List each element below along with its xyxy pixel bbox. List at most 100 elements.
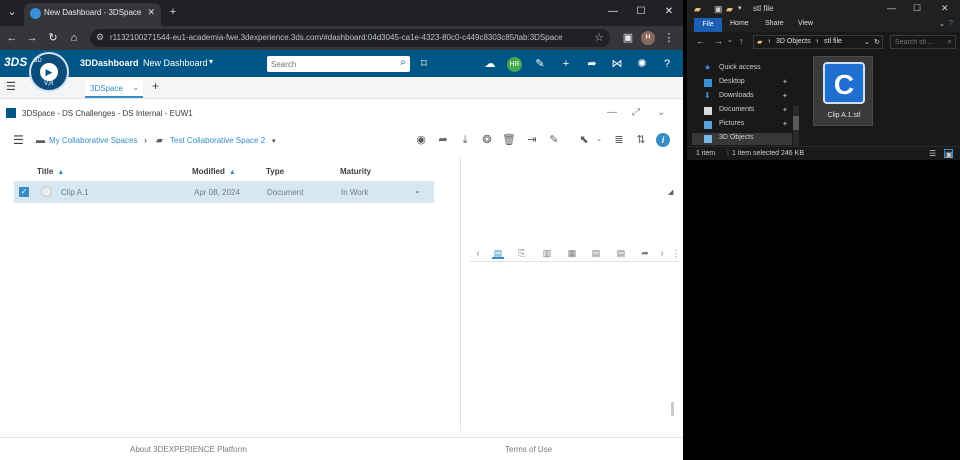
column-maturity[interactable]: Maturity xyxy=(340,167,371,176)
minimize-icon[interactable]: — xyxy=(601,3,625,21)
files-tab-icon[interactable]: ⎘ xyxy=(516,247,528,259)
about-link[interactable]: About 3DEXPERIENCE Platform xyxy=(130,445,247,454)
details-view-icon[interactable]: ☰ xyxy=(929,149,938,158)
pin-icon[interactable]: ✦ xyxy=(782,78,788,86)
communities-icon[interactable]: ✎ xyxy=(533,57,547,71)
panel-scrollbar[interactable] xyxy=(671,402,674,416)
select-mode-icon[interactable]: ⬉ xyxy=(577,133,591,147)
back-icon[interactable]: ← xyxy=(4,30,20,46)
breadcrumb-my-collab-spaces[interactable]: My Collaborative Spaces xyxy=(49,136,137,145)
nav-desktop[interactable]: Desktop ✦ xyxy=(692,77,792,89)
dashboard-menu-chevron-icon[interactable]: ▾ xyxy=(209,57,213,66)
user-avatar[interactable]: HR xyxy=(507,57,522,72)
explorer-close-icon[interactable]: ✕ xyxy=(941,3,949,14)
dashboard-name[interactable]: New Dashboard xyxy=(143,58,208,68)
download-icon[interactable]: ⤓ xyxy=(458,133,472,147)
nav-3d-objects[interactable]: 3D Objects xyxy=(692,133,792,145)
edit-pencil-icon[interactable]: ✎ xyxy=(547,133,561,147)
lifecycle-icon[interactable]: ❂ xyxy=(480,133,494,147)
add-icon[interactable]: + xyxy=(559,57,573,71)
up-icon[interactable]: ↑ xyxy=(739,36,744,46)
preview-eye-icon[interactable]: ◉ xyxy=(414,133,428,147)
tabs-next-icon[interactable]: › xyxy=(656,247,668,259)
widget-minimize-icon[interactable]: — xyxy=(607,107,617,118)
cloud-icon[interactable]: ☁ xyxy=(483,57,497,71)
nav-quick-access[interactable]: ★ Quick access xyxy=(692,63,792,75)
omnibox[interactable]: ⚙ r1132100271544-eu1-academia-fwe.3dexpe… xyxy=(90,29,610,47)
ribbon-tab-view[interactable]: View xyxy=(798,20,813,27)
tab-search-icon[interactable]: ⌄ xyxy=(2,3,22,21)
cell-maturity[interactable]: In Work xyxy=(341,188,368,197)
new-folder-qa-icon[interactable]: ▰ xyxy=(726,4,733,15)
explorer-search-input[interactable] xyxy=(895,38,945,47)
sort-asc-icon[interactable]: ▲ xyxy=(57,169,64,176)
apps-icon[interactable]: ✺ xyxy=(635,57,649,71)
breadcrumb-test-collab-space[interactable]: Test Collaborative Space 2 xyxy=(170,136,265,145)
list-view-icon[interactable]: ≣ xyxy=(612,133,626,147)
maximize-icon[interactable]: ☐ xyxy=(629,3,653,21)
close-tab-icon[interactable]: ✕ xyxy=(147,7,155,18)
ribbon-tab-share[interactable]: Share xyxy=(765,20,784,27)
forward-icon[interactable]: → xyxy=(24,30,40,46)
sort-asc-icon[interactable]: ▲ xyxy=(229,169,236,176)
relations-tab-icon[interactable]: ▤ xyxy=(590,247,602,259)
panel-resize-icon[interactable]: ◢ xyxy=(668,188,673,196)
browser-tab[interactable]: New Dashboard - 3DSpace ✕ xyxy=(24,3,161,26)
profile-avatar[interactable]: H xyxy=(641,31,655,45)
network-icon[interactable]: ⋈ xyxy=(610,57,624,71)
new-tab-icon[interactable]: + xyxy=(163,3,183,21)
pin-icon[interactable]: ✦ xyxy=(782,106,788,114)
bookmark-star-icon[interactable]: ☆ xyxy=(594,31,604,44)
forward-icon[interactable]: → xyxy=(714,36,723,46)
widget-menu-chevron-icon[interactable]: ⌄ xyxy=(657,107,665,118)
navigation-menu-icon[interactable]: ☰ xyxy=(13,133,24,147)
nav-downloads[interactable]: ⬇ Downloads ✦ xyxy=(692,91,792,103)
help-icon[interactable]: ? xyxy=(660,57,674,71)
column-type[interactable]: Type xyxy=(266,167,284,176)
nav-pictures[interactable]: Pictures ✦ xyxy=(692,119,792,131)
compass-icon[interactable]: 3D ▶ V,R xyxy=(29,52,69,92)
back-icon[interactable]: ← xyxy=(696,36,705,46)
play-icon[interactable]: ▶ xyxy=(40,63,58,81)
history-tab-icon[interactable]: ▤ xyxy=(615,247,627,259)
share-tab-icon[interactable]: ➦ xyxy=(639,247,651,259)
terms-link[interactable]: Terms of Use xyxy=(505,445,552,454)
search-icon[interactable]: ⌕ xyxy=(948,37,952,47)
pin-icon[interactable]: ✦ xyxy=(782,92,788,100)
column-title[interactable]: Title ▲ xyxy=(37,167,64,176)
ribbon-tab-home[interactable]: Home xyxy=(730,20,749,27)
recent-dropdown-icon[interactable]: ⌄ xyxy=(727,36,733,44)
path-box[interactable]: ▰ › 3D Objects › stl file ⌄ ↻ xyxy=(753,35,883,49)
explorer-minimize-icon[interactable]: — xyxy=(887,3,896,13)
site-info-icon[interactable]: ⚙ xyxy=(96,32,104,43)
help-icon[interactable]: ? xyxy=(949,20,953,27)
properties-qa-icon[interactable]: ▣ xyxy=(714,4,723,15)
nav-documents[interactable]: Documents ✦ xyxy=(692,105,792,117)
ribbon-expand-icon[interactable]: ⌄ xyxy=(939,20,945,28)
share-arrow-icon[interactable]: ➦ xyxy=(436,133,450,147)
search-box[interactable]: ⌕ xyxy=(267,56,410,72)
browser-menu-icon[interactable]: ⋮ xyxy=(661,30,677,46)
versions-tab-icon[interactable]: ▦ xyxy=(566,247,578,259)
document-tab-icon[interactable]: ▥ xyxy=(541,247,553,259)
row-checkbox[interactable]: ✓ xyxy=(19,187,29,197)
refresh-icon[interactable]: ↻ xyxy=(874,38,880,46)
3ds-logo[interactable]: 3DS xyxy=(4,55,27,69)
nav-scrollbar-thumb[interactable] xyxy=(793,116,799,130)
large-icons-view-icon[interactable]: ▣ xyxy=(944,149,953,159)
home-icon[interactable]: ⌂ xyxy=(66,30,82,46)
search-input[interactable] xyxy=(271,58,386,70)
path-3d-objects[interactable]: 3D Objects xyxy=(776,38,811,45)
select-mode-chevron-icon[interactable]: ⌄ xyxy=(592,133,606,147)
file-item[interactable]: C Clip A.1.stl xyxy=(813,56,873,126)
cell-title[interactable]: Clip A.1 xyxy=(61,188,89,197)
sidepanel-icon[interactable]: ▣ xyxy=(620,30,636,46)
url-text[interactable]: r1132100271544-eu1-academia-fwe.3dexperi… xyxy=(110,33,580,42)
information-icon[interactable]: i xyxy=(656,133,670,147)
share-icon[interactable]: ➦ xyxy=(585,57,599,71)
close-window-icon[interactable]: ✕ xyxy=(657,3,681,21)
ribbon-tab-file[interactable]: File xyxy=(694,18,722,32)
delete-icon[interactable]: 🗑 xyxy=(502,133,516,147)
tabs-more-icon[interactable]: ⋮ xyxy=(670,247,682,259)
chevron-down-icon[interactable]: ⌄ xyxy=(132,83,139,92)
